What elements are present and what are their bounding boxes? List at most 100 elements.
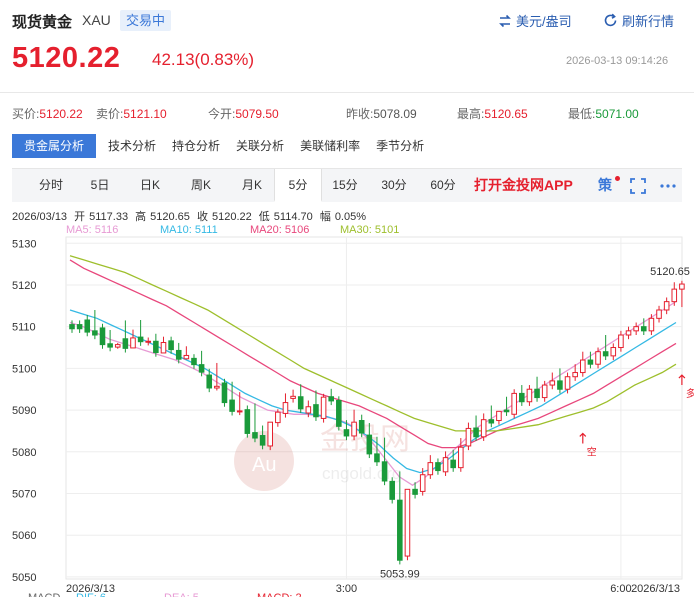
candle-body bbox=[458, 446, 464, 469]
candle-body bbox=[564, 376, 571, 390]
quote-stats: 买价:5120.22 卖价:5121.10 今开:5079.50 昨收:5078… bbox=[12, 105, 692, 121]
min-price-label: 5053.99 bbox=[380, 568, 420, 580]
candle-body bbox=[602, 351, 609, 357]
period-60min[interactable]: 60分 bbox=[420, 169, 466, 202]
stat-low: 最低:5071.00 bbox=[568, 107, 639, 121]
period-5min[interactable]: 5分 bbox=[274, 169, 322, 202]
tab-correlation[interactable]: 关联分析 bbox=[228, 134, 292, 158]
candle-body bbox=[473, 427, 479, 438]
refresh-label: 刷新行情 bbox=[622, 14, 675, 29]
stat-open: 今开:5079.50 bbox=[208, 107, 279, 121]
signal-label: 多 bbox=[686, 387, 694, 400]
candle-body bbox=[496, 410, 502, 422]
analysis-tabs: 贵金属分析 技术分析 持仓分析 关联分析 美联储利率 季节分析 bbox=[12, 134, 432, 158]
candle-body bbox=[656, 309, 662, 319]
tab-fed-rate[interactable]: 美联储利率 bbox=[292, 134, 368, 158]
period-30min[interactable]: 30分 bbox=[370, 169, 418, 202]
candle-body bbox=[465, 427, 472, 447]
candle-body bbox=[618, 334, 624, 349]
watermark-logo-text: Au bbox=[252, 454, 276, 476]
candle-body bbox=[122, 338, 129, 349]
symbol-code: XAU bbox=[82, 12, 111, 28]
currency-toggle-button[interactable]: 美元/盎司 bbox=[498, 11, 572, 30]
candle-body bbox=[69, 324, 75, 330]
candle-body bbox=[107, 343, 113, 348]
period-weekly[interactable]: 周K bbox=[176, 169, 226, 202]
strategy-button[interactable]: 策 bbox=[598, 169, 612, 202]
ma-legend-item: MA5: 5116 bbox=[66, 224, 118, 236]
x-tick-label: 6:00 bbox=[610, 583, 631, 595]
candle-body bbox=[99, 327, 106, 346]
candle-body bbox=[519, 392, 525, 403]
candlestick-chart[interactable]: 5130 5120 5110 5100 5090 5080 5070 5060 5050 2026… bbox=[0, 221, 694, 597]
ma-legend: MA5: 5116 MA10: 5111 MA20: 5106 MA30: 5101 bbox=[66, 224, 399, 236]
watermark-site: cngold.org bbox=[322, 464, 401, 483]
max-price-label: 5120.65 bbox=[650, 266, 690, 278]
macd-legend-item: DEA: 5 bbox=[164, 592, 199, 597]
candle-body bbox=[358, 420, 365, 434]
candle-body bbox=[427, 462, 434, 476]
candle-body bbox=[84, 319, 91, 333]
refresh-button[interactable]: 刷新行情 bbox=[603, 11, 674, 30]
y-tick-label: 5060 bbox=[12, 530, 36, 542]
tab-seasonal[interactable]: 季节分析 bbox=[368, 134, 432, 158]
signal-arrow bbox=[579, 432, 587, 444]
signal-label: 空 bbox=[587, 445, 597, 458]
stat-bid: 买价:5120.22 bbox=[12, 107, 83, 121]
candle-body bbox=[511, 392, 517, 415]
candle-body bbox=[236, 410, 243, 413]
candle-body bbox=[534, 388, 540, 399]
swap-icon bbox=[499, 14, 511, 27]
candle-body bbox=[595, 351, 601, 365]
period-daily[interactable]: 日K bbox=[124, 169, 176, 202]
page-title: 现货黄金 bbox=[12, 14, 73, 31]
period-5day[interactable]: 5日 bbox=[76, 169, 124, 202]
candle-body bbox=[625, 330, 632, 336]
candle-body bbox=[557, 380, 563, 390]
tab-precious-metals[interactable]: 贵金属分析 bbox=[12, 134, 97, 158]
fullscreen-icon[interactable] bbox=[630, 178, 646, 194]
candle-body bbox=[633, 326, 639, 332]
candle-body bbox=[92, 330, 98, 336]
signal-arrow bbox=[678, 374, 686, 386]
candle-body bbox=[153, 340, 159, 354]
y-tick-label: 5130 bbox=[12, 238, 36, 250]
ma-legend-item: MA30: 5101 bbox=[340, 224, 399, 236]
stat-ask: 卖价:5121.10 bbox=[96, 107, 167, 121]
candle-body bbox=[404, 488, 411, 557]
ma-legend-item: MA20: 5106 bbox=[250, 224, 309, 236]
period-15min[interactable]: 15分 bbox=[324, 169, 366, 202]
candle-body bbox=[663, 301, 670, 311]
candle-body bbox=[450, 459, 456, 469]
candle-body bbox=[313, 404, 319, 418]
tab-positions[interactable]: 持仓分析 bbox=[164, 134, 228, 158]
candle-body bbox=[297, 396, 304, 410]
tab-technical[interactable]: 技术分析 bbox=[100, 134, 164, 158]
candle-body bbox=[168, 340, 174, 351]
candle-body bbox=[175, 349, 182, 360]
candle-body bbox=[160, 342, 167, 354]
candle-body bbox=[206, 374, 213, 389]
period-monthly[interactable]: 月K bbox=[226, 169, 278, 202]
ma-legend-item: MA10: 5111 bbox=[160, 224, 218, 236]
candle-body bbox=[397, 499, 403, 561]
candle-body bbox=[130, 337, 136, 349]
candle-body bbox=[259, 435, 266, 446]
more-options-icon[interactable] bbox=[658, 176, 678, 196]
candle-body bbox=[76, 324, 83, 330]
candle-body bbox=[328, 396, 334, 402]
open-app-link[interactable]: 打开金投网APP bbox=[474, 169, 573, 202]
candle-body bbox=[549, 380, 556, 386]
candle-body bbox=[366, 434, 373, 455]
y-tick-label: 5070 bbox=[12, 489, 36, 501]
y-tick-label: 5090 bbox=[12, 405, 36, 417]
macd-legend-item: DIF: 6 bbox=[76, 592, 106, 597]
notification-dot bbox=[615, 176, 620, 181]
candle-body bbox=[183, 354, 190, 360]
x-tick-label: 3:00 bbox=[336, 583, 357, 595]
currency-toggle-label: 美元/盎司 bbox=[516, 14, 572, 29]
candle-body bbox=[541, 384, 548, 399]
candle-body bbox=[648, 317, 655, 332]
macd-legend-item: MACD: 2 bbox=[257, 592, 302, 597]
period-intraday[interactable]: 分时 bbox=[26, 169, 76, 202]
